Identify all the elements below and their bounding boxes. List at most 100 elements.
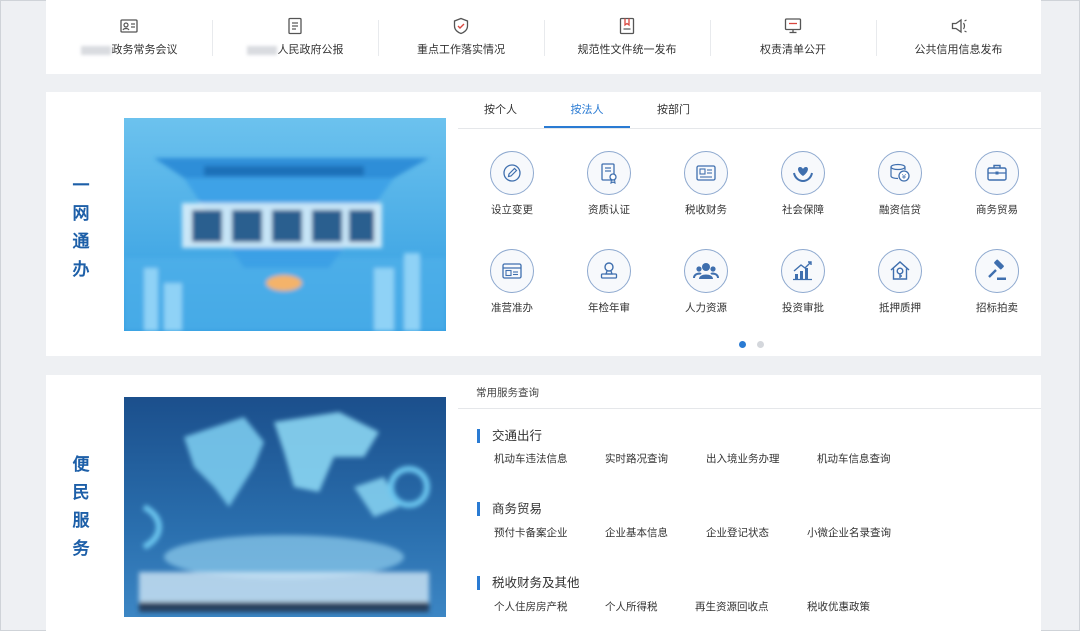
link-prepaid-card[interactable]: 预付卡备案企业	[494, 525, 605, 540]
title-char: 民	[72, 483, 90, 503]
service-label: 设立变更	[491, 204, 533, 216]
tax-other-links: 个人住房房产税 个人所得税 再生资源回收点 税收优惠政策	[494, 599, 870, 614]
service-label: 抵押质押	[879, 302, 921, 314]
section-title-one-stop: 一 网 通 办	[71, 172, 91, 284]
id-card-icon	[120, 19, 138, 33]
gavel-icon	[988, 259, 1006, 280]
service-financing[interactable]: ¥ 融资信贷	[858, 151, 942, 217]
nav-label: 人民政府公报	[277, 43, 344, 56]
service-label: 投资审批	[782, 302, 824, 314]
icon-ring	[975, 249, 1019, 293]
nav-executive-meeting[interactable]: 政务常务会议	[46, 0, 212, 74]
service-bidding-auction[interactable]: 招标拍卖	[955, 249, 1039, 315]
service-label: 准营准办	[491, 302, 533, 314]
convenience-banner-image[interactable]	[124, 397, 446, 617]
link-vehicle-info[interactable]: 机动车信息查询	[817, 451, 891, 466]
nav-label: 公共信用信息发布	[914, 43, 1003, 56]
license-icon	[502, 263, 522, 279]
icon-ring	[781, 151, 825, 195]
link-realtime-traffic[interactable]: 实时路况查询	[605, 451, 706, 466]
service-label: 融资信贷	[879, 204, 921, 216]
service-qualification[interactable]: 资质认证	[567, 151, 651, 217]
icon-ring	[684, 151, 728, 195]
service-label: 人力资源	[685, 302, 727, 314]
icon-ring: ¥	[878, 151, 922, 195]
group-title-commerce: 商务贸易	[477, 502, 542, 516]
nav-power-list[interactable]: 权责清单公开	[710, 0, 876, 74]
one-stop-service-panel: 一 网 通 办 按个人 按法人 按部门 设立变更 资质认证 税收财务 社会保障 …	[46, 92, 1041, 356]
service-label: 社会保障	[782, 204, 824, 216]
link-tax-incentives[interactable]: 税收优惠政策	[807, 599, 870, 614]
convenience-service-panel: 便 民 服 务 常用服务查询 交通出行 机动车违法信息 实时路况查询 出入境业务…	[46, 375, 1041, 631]
service-annual-inspection[interactable]: 年检年审	[567, 249, 651, 315]
link-micro-enterprise[interactable]: 小微企业名录查询	[807, 525, 891, 540]
icon-ring	[781, 249, 825, 293]
icon-ring	[975, 151, 1019, 195]
edit-icon	[503, 164, 521, 182]
service-mortgage-pledge[interactable]: 抵押质押	[858, 249, 942, 315]
nav-key-work[interactable]: 重点工作落实情况	[378, 0, 544, 74]
nav-normative-docs[interactable]: 规范性文件统一发布	[544, 0, 710, 74]
service-tabs: 按个人 按法人 按部门	[458, 92, 1041, 129]
title-char: 服	[72, 511, 90, 531]
icon-ring	[490, 151, 534, 195]
service-commerce-trade[interactable]: 商务贸易	[955, 151, 1039, 217]
title-char: 便	[72, 455, 90, 475]
nav-credit-info[interactable]: 公共信用信息发布	[876, 0, 1041, 74]
carousel-pagination	[739, 333, 770, 352]
link-enterprise-basic[interactable]: 企业基本信息	[605, 525, 706, 540]
svg-text:¥: ¥	[902, 173, 907, 181]
coins-icon: ¥	[890, 163, 910, 182]
link-enterprise-status[interactable]: 企业登记状态	[706, 525, 807, 540]
divider	[458, 408, 1041, 409]
tax-card-icon	[696, 165, 716, 181]
icon-ring	[587, 151, 631, 195]
service-setup-change[interactable]: 设立变更	[470, 151, 554, 217]
people-icon	[693, 263, 719, 279]
briefcase-icon	[987, 164, 1007, 181]
group-title-tax-other: 税收财务及其他	[477, 576, 580, 590]
service-tax-finance[interactable]: 税收财务	[664, 151, 748, 217]
traffic-links: 机动车违法信息 实时路况查询 出入境业务办理 机动车信息查询	[494, 451, 891, 466]
link-recycling-point[interactable]: 再生资源回收点	[695, 599, 807, 614]
title-char: 一	[72, 176, 90, 196]
nav-label: 重点工作落实情况	[417, 43, 505, 56]
nav-government-gazette[interactable]: 人民政府公报	[212, 0, 378, 74]
certificate-icon	[601, 163, 617, 184]
service-investment-approval[interactable]: 投资审批	[761, 249, 845, 315]
banner-illustration	[124, 397, 446, 617]
title-char: 通	[72, 232, 90, 252]
banner-illustration	[124, 118, 446, 331]
link-housing-tax[interactable]: 个人住房房产税	[494, 599, 605, 614]
service-social-security[interactable]: 社会保障	[761, 151, 845, 217]
one-stop-banner-image[interactable]	[124, 118, 446, 331]
nav-label: 规范性文件统一发布	[577, 43, 677, 56]
carousel-dot-active[interactable]	[739, 341, 746, 348]
nav-label: 政务常务会议	[111, 43, 178, 56]
link-vehicle-violation[interactable]: 机动车违法信息	[494, 451, 605, 466]
carousel-dot[interactable]	[757, 341, 765, 348]
monitor-icon	[784, 18, 802, 34]
service-label: 年检年审	[588, 302, 630, 314]
document-icon	[288, 17, 302, 35]
file-bookmark-icon	[619, 17, 635, 35]
service-label: 招标拍卖	[976, 302, 1018, 314]
house-key-icon	[890, 260, 910, 280]
service-business-permit[interactable]: 准营准办	[470, 249, 554, 315]
link-exit-entry[interactable]: 出入境业务办理	[706, 451, 817, 466]
tab-by-legal-entity[interactable]: 按法人	[544, 92, 630, 128]
service-label: 商务贸易	[976, 204, 1018, 216]
common-query-heading: 常用服务查询	[476, 387, 539, 399]
title-char: 网	[72, 204, 90, 224]
stamp-icon	[600, 262, 618, 279]
section-title-convenience: 便 民 服 务	[71, 451, 91, 563]
tab-by-individual[interactable]: 按个人	[483, 92, 518, 127]
service-human-resources[interactable]: 人力资源	[664, 249, 748, 315]
link-income-tax[interactable]: 个人所得税	[605, 599, 695, 614]
megaphone-icon	[951, 18, 967, 34]
group-title-traffic: 交通出行	[477, 429, 542, 443]
title-char: 办	[72, 260, 90, 280]
redacted-prefix	[80, 45, 111, 55]
icon-ring	[684, 249, 728, 293]
tab-by-department[interactable]: 按部门	[656, 92, 691, 127]
